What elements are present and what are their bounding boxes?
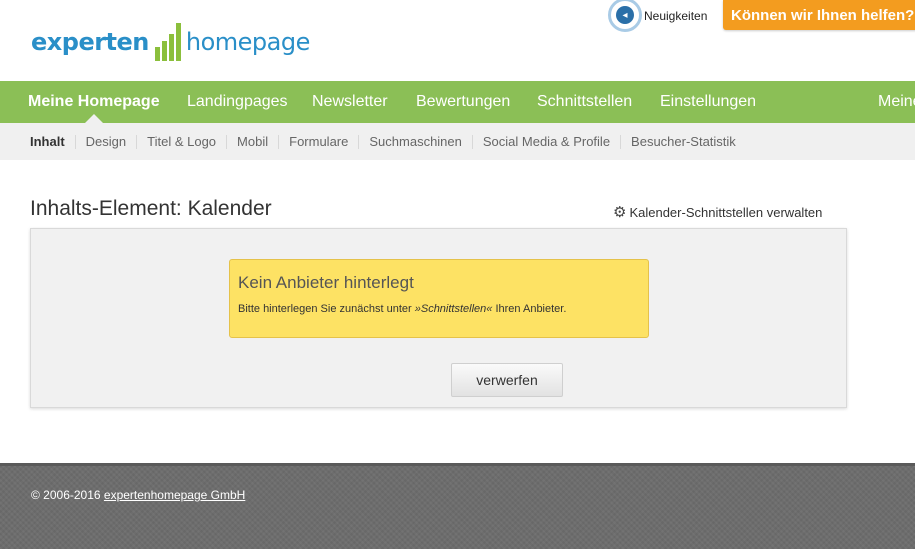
main-nav: Meine Homepage Landingpages Newsletter B… bbox=[0, 81, 915, 123]
logo-text-experten: experten bbox=[31, 28, 149, 56]
notice-text-before: Bitte hinterlegen Sie zunächst unter bbox=[238, 303, 415, 315]
nav-item-schnittstellen[interactable]: Schnittstellen bbox=[537, 81, 632, 123]
megaphone-icon: ◂ bbox=[608, 0, 642, 32]
subnav-item-suchmaschinen[interactable]: Suchmaschinen bbox=[358, 134, 472, 149]
nav-item-einstellungen[interactable]: Einstellungen bbox=[660, 81, 756, 123]
nav-item-newsletter[interactable]: Newsletter bbox=[312, 81, 388, 123]
header: experten homepage ◂ Neuigkeiten Können w… bbox=[0, 0, 915, 81]
help-button[interactable]: Können wir Ihnen helfen? bbox=[723, 0, 915, 30]
schnittstellen-link[interactable]: »Schnittstellen« bbox=[415, 303, 493, 315]
subnav-item-inhalt[interactable]: Inhalt bbox=[20, 134, 75, 149]
subnav-item-design[interactable]: Design bbox=[74, 134, 136, 149]
subnav-item-formulare[interactable]: Formulare bbox=[278, 134, 358, 149]
news-label: Neuigkeiten bbox=[644, 9, 708, 23]
notice-title: Kein Anbieter hinterlegt bbox=[238, 273, 414, 292]
footer-copyright: © 2006-2016 expertenhomepage GmbH bbox=[31, 488, 245, 502]
subnav-item-titel-logo[interactable]: Titel & Logo bbox=[136, 134, 226, 149]
nav-item-landingpages[interactable]: Landingpages bbox=[187, 81, 288, 123]
nav-item-meine[interactable]: Meine bbox=[878, 81, 915, 123]
sub-nav: Inhalt Design Titel & Logo Mobil Formula… bbox=[0, 123, 915, 160]
company-link[interactable]: expertenhomepage GmbH bbox=[104, 488, 245, 502]
warning-notice: Kein Anbieter hinterlegt Bitte hinterleg… bbox=[229, 259, 649, 338]
gear-icon: ⚙ bbox=[613, 204, 627, 221]
subnav-item-mobil[interactable]: Mobil bbox=[226, 134, 278, 149]
logo-bars-icon bbox=[154, 23, 181, 61]
active-nav-pointer bbox=[85, 114, 103, 123]
manage-calendar-interfaces-link[interactable]: ⚙ Kalender-Schnittstellen verwalten bbox=[613, 203, 822, 221]
notice-text-after: Ihren Anbieter. bbox=[492, 303, 567, 315]
copyright-text: © 2006-2016 bbox=[31, 488, 104, 502]
news-link[interactable]: ◂ Neuigkeiten bbox=[608, 0, 707, 32]
discard-button[interactable]: verwerfen bbox=[451, 363, 563, 397]
nav-item-bewertungen[interactable]: Bewertungen bbox=[416, 81, 510, 123]
manage-link-label: Kalender-Schnittstellen verwalten bbox=[629, 204, 823, 220]
subnav-item-social-media[interactable]: Social Media & Profile bbox=[471, 134, 620, 149]
calendar-element-panel: Kein Anbieter hinterlegt Bitte hinterleg… bbox=[30, 228, 847, 408]
notice-text: Bitte hinterlegen Sie zunächst unter »Sc… bbox=[238, 303, 640, 315]
page-title: Inhalts-Element: Kalender bbox=[30, 197, 272, 220]
logo[interactable]: experten homepage bbox=[31, 20, 310, 64]
subnav-item-besucher-statistik[interactable]: Besucher-Statistik bbox=[620, 134, 746, 149]
logo-text-homepage: homepage bbox=[185, 28, 310, 56]
footer: © 2006-2016 expertenhomepage GmbH bbox=[0, 463, 915, 549]
